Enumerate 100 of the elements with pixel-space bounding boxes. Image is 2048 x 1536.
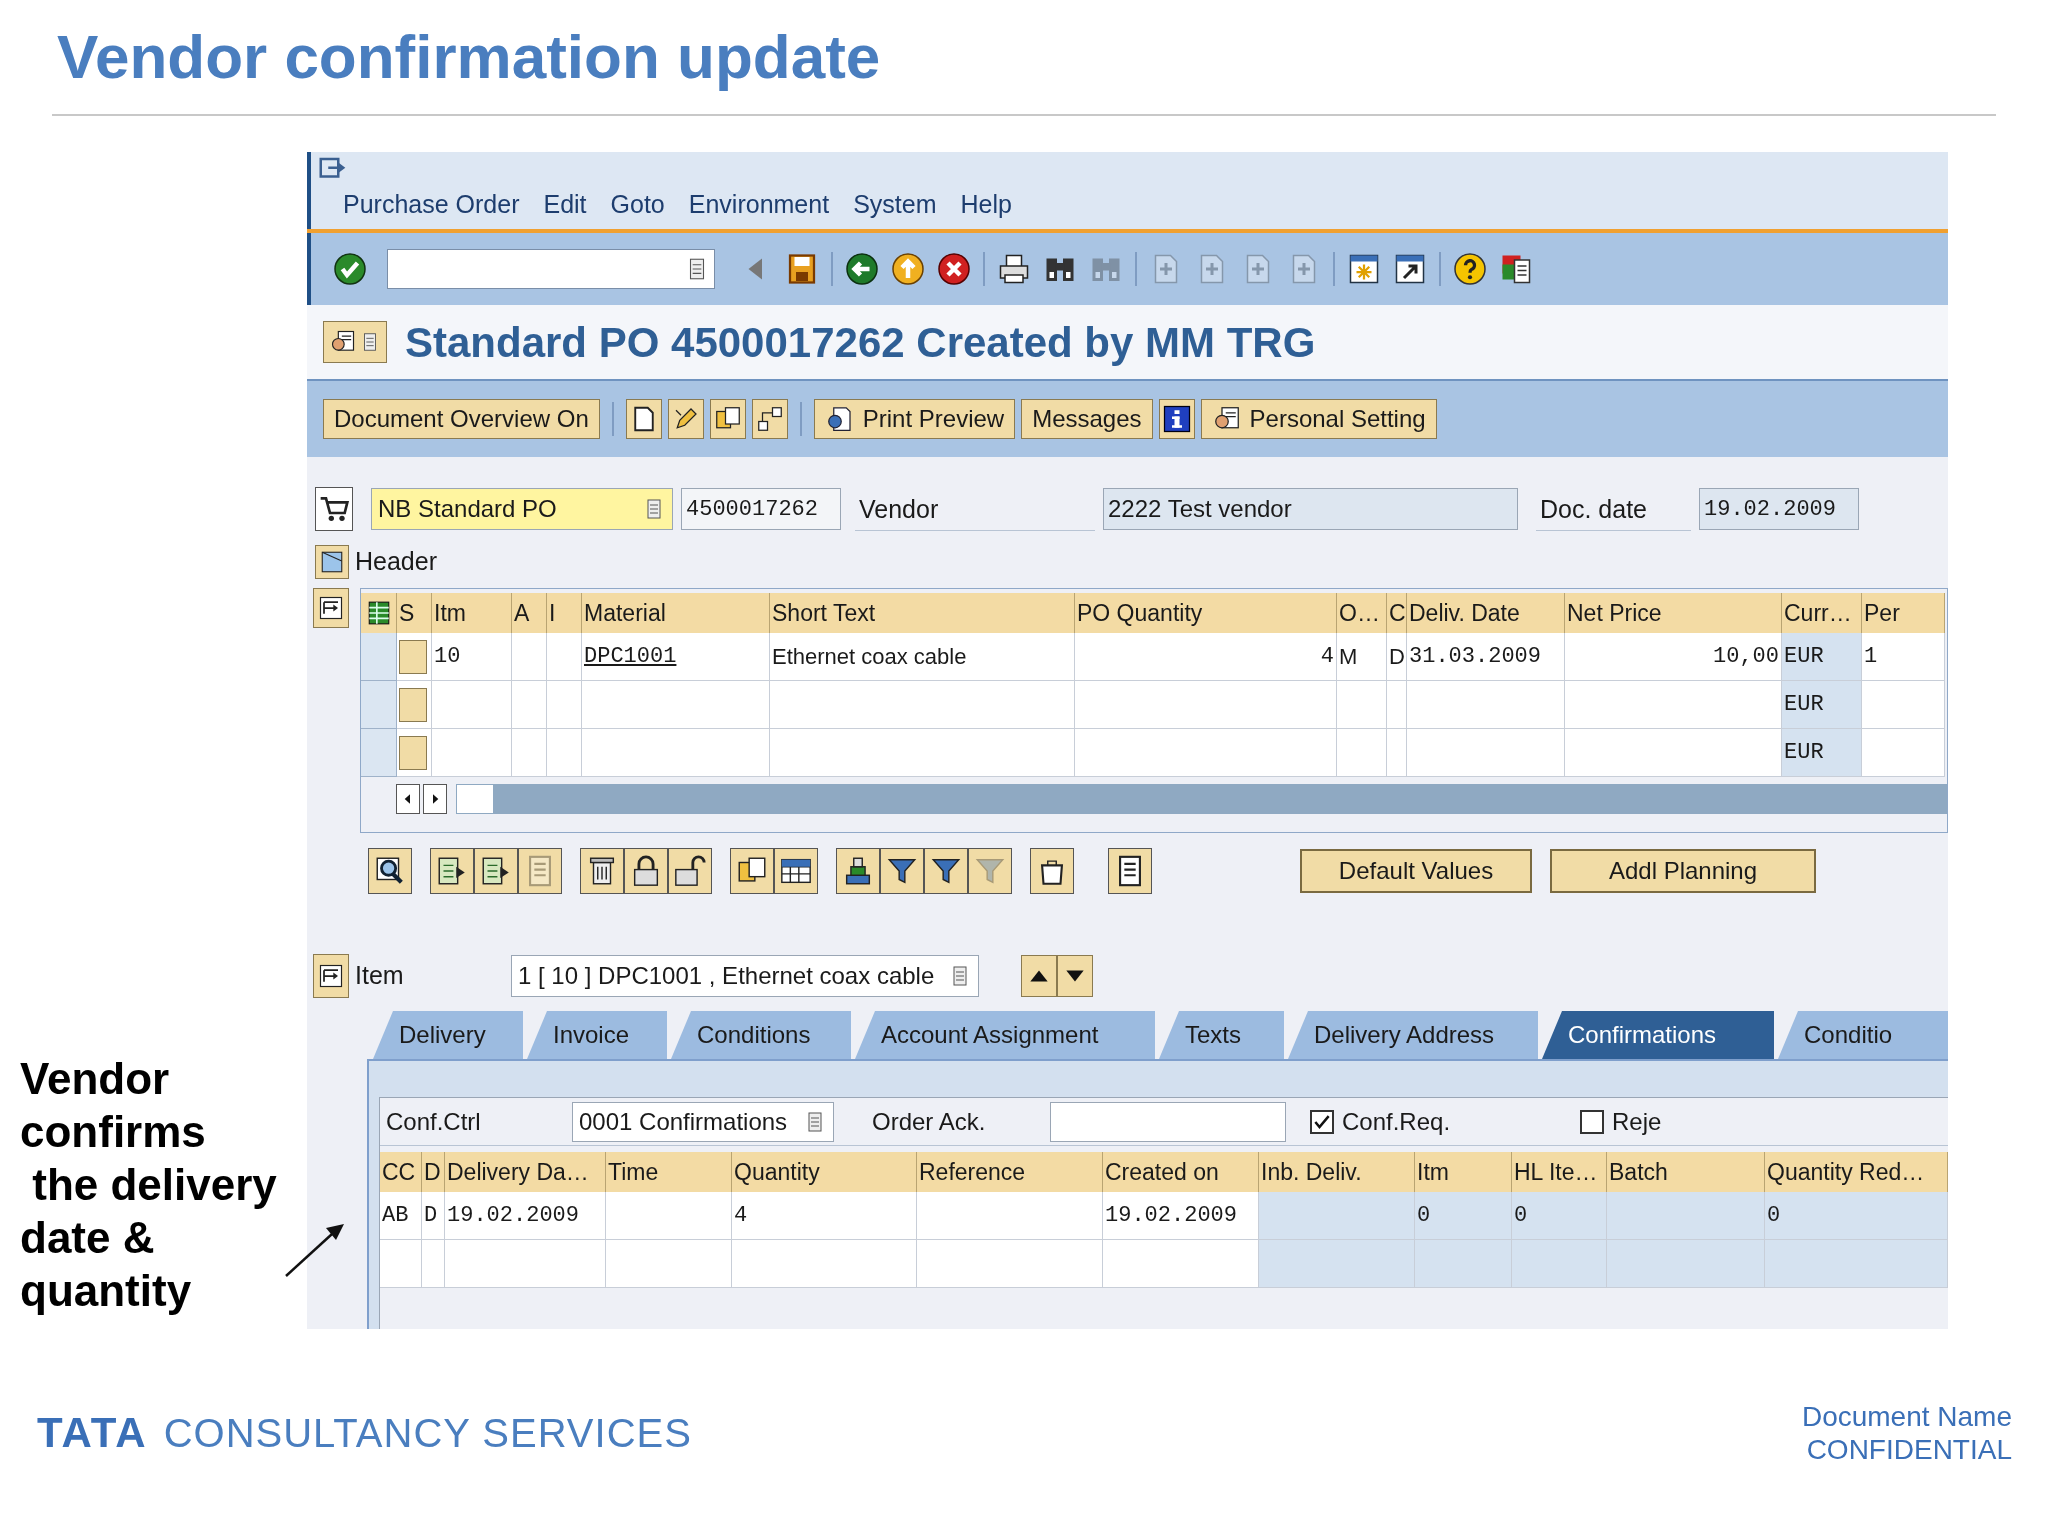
tab[interactable]: Invoice [527,1011,667,1059]
menu-item[interactable]: Help [960,185,1012,223]
copy-button[interactable] [709,399,746,439]
tab[interactable]: Account Assignment [855,1011,1155,1059]
table-button[interactable] [774,848,818,894]
print-preview-button[interactable]: Print Preview [813,399,1016,439]
column-header[interactable]: CC [380,1152,422,1193]
column-header[interactable]: Per [1862,593,1945,634]
cancel-icon[interactable] [936,251,972,287]
filter-button[interactable] [880,848,924,894]
order-ack-label: Order Ack. [872,1106,987,1137]
vendor-field: 2222 Test vendor [1103,488,1518,530]
logo-mark: TATA [37,1408,148,1458]
column-header[interactable]: Net Price [1565,593,1782,634]
create-button[interactable] [625,399,662,439]
header-toggle-button[interactable] [315,545,349,579]
display-toggle-button[interactable] [323,321,387,363]
unlock-button[interactable] [668,848,712,894]
help-icon[interactable] [1452,251,1488,287]
info-button[interactable] [1158,399,1195,439]
classification-label: CONFIDENTIAL [1806,1432,2012,1466]
column-header[interactable]: D [422,1152,445,1193]
status-button[interactable] [399,735,427,770]
column-header[interactable]: Created on [1103,1152,1259,1193]
personal-setting-button[interactable]: Personal Setting [1200,399,1437,439]
section-toggle-button[interactable] [313,954,349,998]
page-arrow-button[interactable] [474,848,518,894]
back-icon[interactable] [844,251,880,287]
menu-item[interactable]: Goto [610,185,665,223]
column-header[interactable]: Quantity Red… [1765,1152,1948,1193]
copy-button[interactable] [730,848,774,894]
column-header[interactable]: Deliv. Date [1407,593,1565,634]
menu-item[interactable]: Purchase Order [343,185,520,223]
document-type-field[interactable]: NB Standard PO [371,488,673,530]
column-header[interactable]: Short Text [770,593,1075,634]
column-header[interactable]: A [512,593,547,634]
menu-item[interactable]: System [853,185,937,223]
filter-button[interactable] [968,848,1012,894]
tab[interactable]: Delivery [373,1011,523,1059]
column-header[interactable]: C [1387,593,1407,634]
checkmark-icon[interactable] [332,251,368,287]
annotation-text: Vendor confirms the delivery date & quantity [20,1053,277,1317]
section-toggle-button[interactable] [313,588,349,628]
addl-planning-button[interactable]: Addl Planning [1550,849,1816,893]
trash-button[interactable] [580,848,624,894]
tab[interactable]: Conditions [671,1011,851,1059]
column-header[interactable]: HL Ite… [1512,1152,1607,1193]
cart-button[interactable] [315,487,353,531]
status-button[interactable] [399,687,427,722]
column-header[interactable]: Quantity [732,1152,917,1193]
stack-button[interactable] [836,848,880,894]
hierarchy-button[interactable] [751,399,788,439]
menu-item[interactable]: Edit [543,185,587,223]
document-button[interactable] [1108,848,1152,894]
column-header[interactable]: Itm [1415,1152,1512,1193]
magnifier-button[interactable] [368,848,412,894]
column-header[interactable]: Batch [1607,1152,1765,1193]
filter-button[interactable] [924,848,968,894]
edit-button[interactable] [667,399,704,439]
tab[interactable]: Confirmations [1542,1011,1774,1059]
column-header[interactable]: S [397,593,432,634]
table-cell: 19.02.2009 [445,1192,606,1240]
item-select-field[interactable]: 1 [ 10 ] DPC1001 , Ethernet coax cable [511,955,979,997]
default-values-button[interactable]: Default Values [1300,849,1532,893]
column-header[interactable]: Delivery Da… [445,1152,606,1193]
section-toggle-icon [317,962,345,990]
table-cell [547,729,582,777]
table-cell [547,681,582,729]
column-header[interactable]: Curr… [1782,593,1862,634]
tab[interactable]: Conditio [1778,1011,1948,1059]
scroll-right-button[interactable] [423,784,447,814]
order-ack-field[interactable] [1050,1101,1286,1142]
po-number-field: 4500017262 [681,488,841,530]
previous-item-button[interactable] [1021,955,1057,997]
lock-button[interactable] [624,848,668,894]
scrollbar-thumb[interactable] [456,784,494,814]
column-header[interactable]: Inb. Deliv. [1259,1152,1415,1193]
tab[interactable]: Delivery Address [1288,1011,1538,1059]
column-header[interactable]: Time [606,1152,732,1193]
column-header[interactable]: Material [582,593,770,634]
status-button[interactable] [399,639,427,674]
scrollbar-track[interactable] [456,784,1947,814]
next-item-button[interactable] [1057,955,1093,997]
column-header[interactable]: I [547,593,582,634]
column-header[interactable]: PO Quantity [1075,593,1337,634]
column-header[interactable]: Reference [917,1152,1103,1193]
tab[interactable]: Texts [1159,1011,1284,1059]
column-header[interactable]: O… [1337,593,1387,634]
document-overview-button[interactable]: Document Overview On [323,399,600,439]
document-button[interactable] [518,848,562,894]
checkbox[interactable] [1580,1109,1604,1134]
page-arrow-button[interactable] [430,848,474,894]
menu-item[interactable]: Environment [688,185,830,223]
column-header[interactable]: Itm [432,593,512,634]
conf-ctrl-field[interactable]: 0001 Confirmations [572,1101,834,1142]
messages-button[interactable]: Messages [1021,399,1153,439]
checkbox[interactable] [1310,1109,1334,1134]
command-field[interactable] [387,249,715,289]
scroll-left-button[interactable] [396,784,420,814]
bag-button[interactable] [1030,848,1074,894]
